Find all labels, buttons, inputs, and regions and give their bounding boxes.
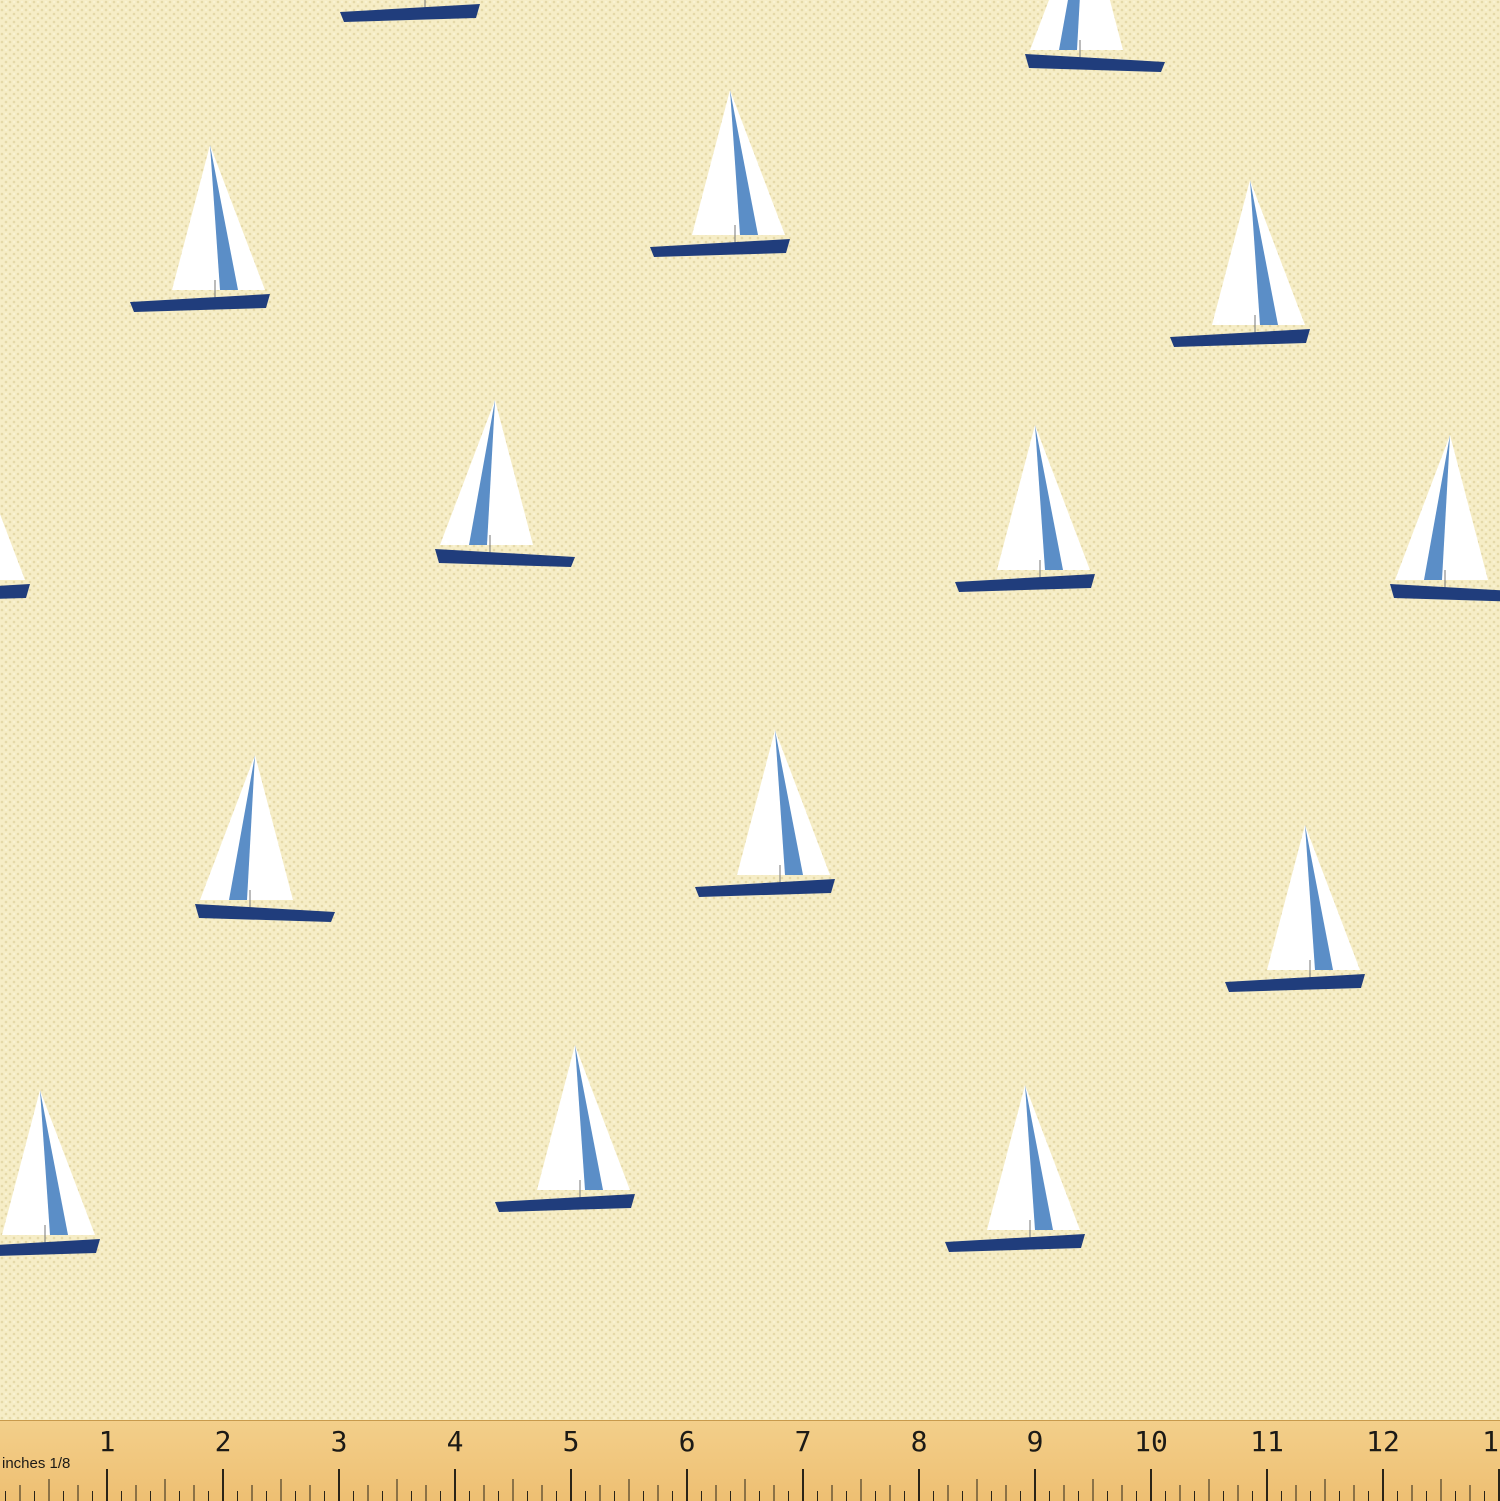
- ruler-number: 5: [562, 1425, 580, 1458]
- sailboat-motif: [435, 395, 575, 575]
- ruler-number: 4: [446, 1425, 464, 1458]
- ruler-number: 1: [98, 1425, 116, 1458]
- hull: [195, 904, 335, 922]
- hull: [650, 239, 790, 257]
- measuring-ruler: inches 1/8 12345678910111213: [0, 1420, 1500, 1501]
- hull: [435, 549, 575, 567]
- ruler-number: 2: [214, 1425, 232, 1458]
- ruler-number: 6: [678, 1425, 696, 1458]
- ruler-number: 13: [1482, 1425, 1500, 1458]
- hull: [130, 294, 270, 312]
- ruler-number: 10: [1134, 1425, 1168, 1458]
- ruler-number: 11: [1250, 1425, 1284, 1458]
- fabric-pattern: [0, 0, 1500, 1420]
- sailboat-motif: [0, 430, 30, 610]
- ruler-number: 7: [794, 1425, 812, 1458]
- sailboat-motif: [945, 1080, 1085, 1260]
- sail: [0, 514, 25, 580]
- sailboat-motif: [130, 140, 270, 320]
- hull: [1170, 329, 1310, 347]
- hull: [955, 574, 1095, 592]
- sailboat-motif: [955, 420, 1095, 600]
- hull: [495, 1194, 635, 1212]
- hull: [1025, 54, 1165, 72]
- ruler-number: 3: [330, 1425, 348, 1458]
- hull: [340, 4, 480, 22]
- sailboat-motif: [495, 1040, 635, 1220]
- sailboat-motif: [340, 0, 480, 30]
- hull: [0, 1239, 100, 1256]
- sailboat-motif: [195, 750, 335, 930]
- sailboat-motif: [1025, 0, 1165, 80]
- ruler-number: 12: [1366, 1425, 1400, 1458]
- hull: [695, 879, 835, 897]
- sailboat-motif: [1390, 430, 1500, 610]
- hull: [0, 584, 30, 599]
- sailboat-motif: [1225, 820, 1365, 1000]
- ruler-unit-label: inches 1/8: [2, 1455, 71, 1472]
- hull: [945, 1234, 1085, 1252]
- sailboat-motif: [0, 1085, 100, 1265]
- sailboat-motif: [1170, 175, 1310, 355]
- sailboat-motif: [695, 725, 835, 905]
- hull: [1225, 974, 1365, 992]
- sailboat-motif: [650, 85, 790, 265]
- ruler-number: 8: [910, 1425, 928, 1458]
- ruler-number: 9: [1026, 1425, 1044, 1458]
